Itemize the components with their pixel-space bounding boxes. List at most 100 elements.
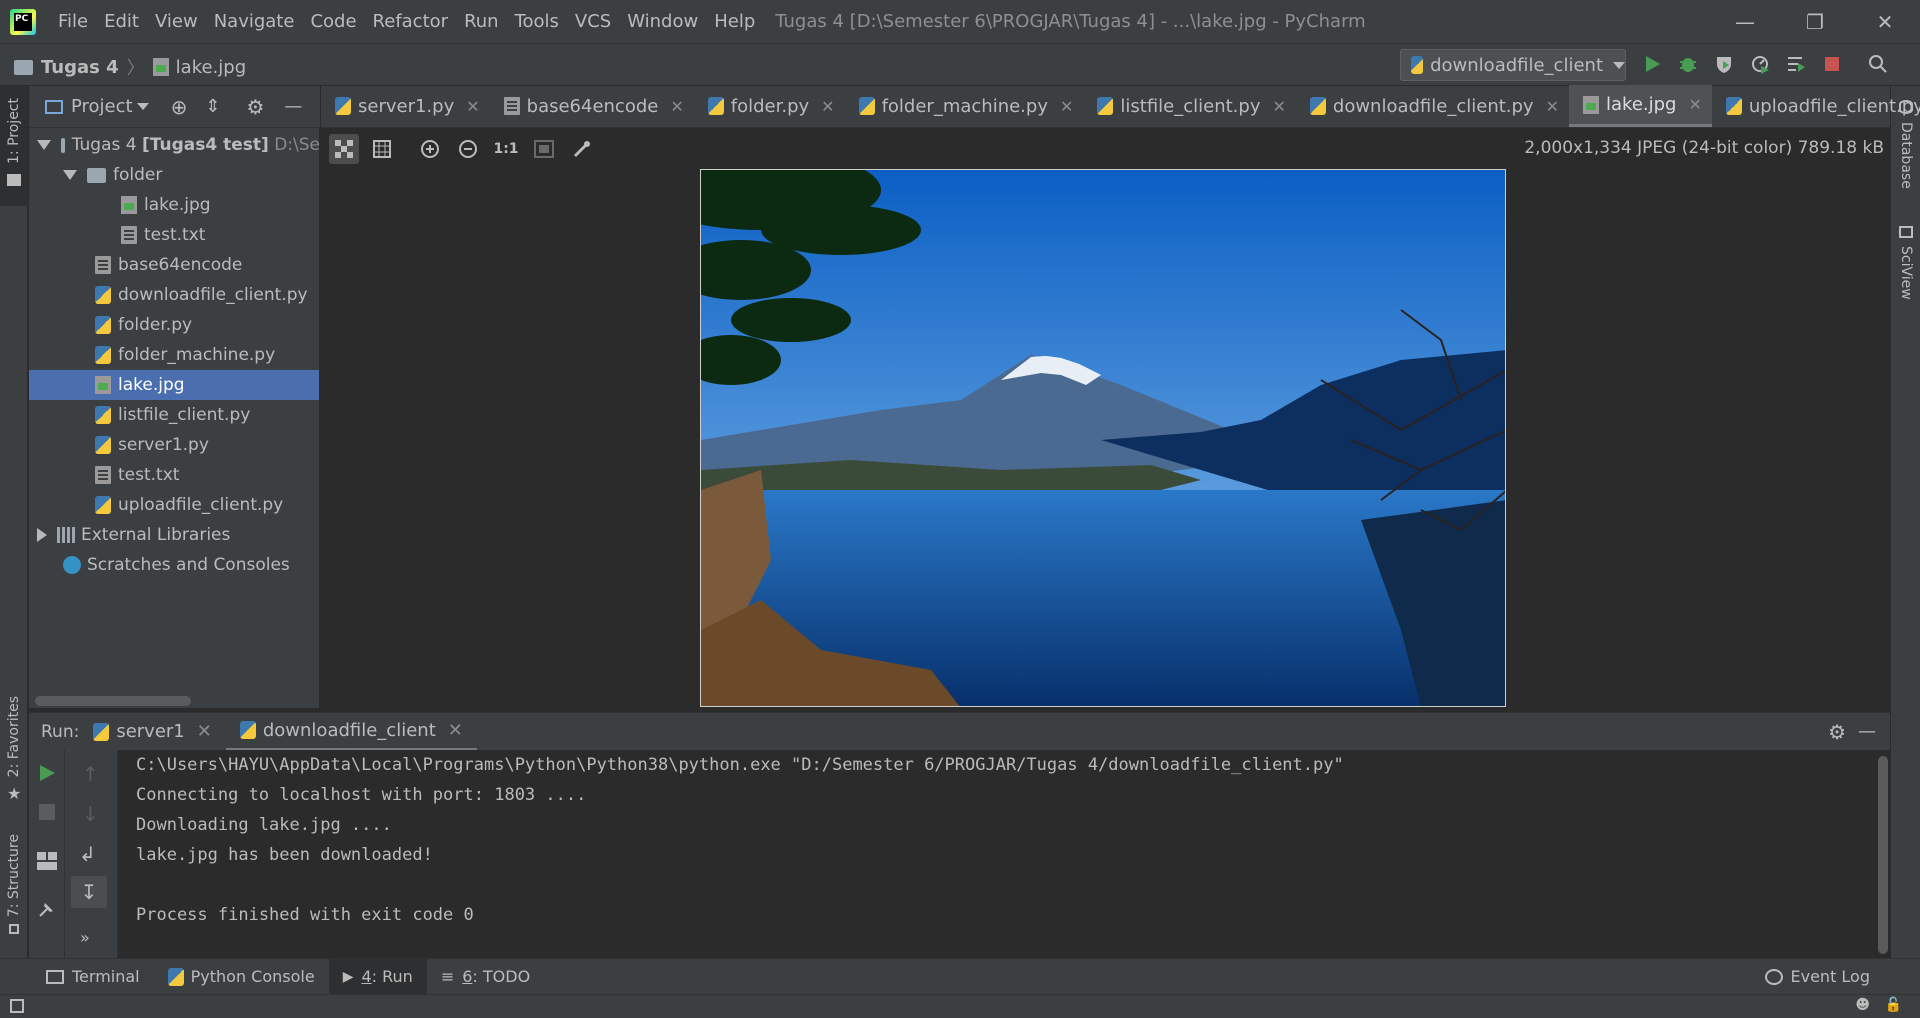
close-icon[interactable]: ✕ (466, 97, 479, 116)
breadcrumb-file[interactable]: lake.jpg (176, 57, 246, 78)
chessboard-toggle-icon[interactable] (329, 134, 359, 164)
gear-icon[interactable]: ⚙ (1828, 720, 1846, 744)
tree-item[interactable]: downloadfile_client.py (95, 280, 308, 310)
tab-folder-machine[interactable]: folder_machine.py ✕ (845, 85, 1084, 127)
close-icon[interactable]: ✕ (448, 720, 463, 741)
menu-edit[interactable]: Edit (96, 0, 147, 44)
tree-scratches[interactable]: Scratches and Consoles (63, 550, 290, 580)
debug-icon[interactable] (1676, 52, 1700, 76)
menu-window[interactable]: Window (619, 0, 706, 44)
menu-refactor[interactable]: Refactor (365, 0, 457, 44)
menu-navigate[interactable]: Navigate (206, 0, 303, 44)
down-arrow-icon[interactable]: ↓ (82, 802, 99, 826)
tab-base64encode[interactable]: base64encode ✕ (490, 85, 694, 127)
more-icon[interactable]: » (80, 928, 90, 947)
up-arrow-icon[interactable]: ↑ (82, 762, 99, 786)
collapse-all-icon[interactable]: ⇕ (205, 96, 220, 117)
menu-help[interactable]: Help (706, 0, 763, 44)
menu-vcs[interactable]: VCS (567, 0, 619, 44)
project-tool-button[interactable]: 1: Project (0, 86, 28, 206)
status-bar: ☻ 🔓 (0, 994, 1920, 1018)
tab-listfile-client[interactable]: listfile_client.py ✕ (1083, 85, 1296, 127)
hide-panel-icon[interactable]: — (1858, 721, 1876, 742)
tab-server1[interactable]: server1.py ✕ (321, 85, 490, 127)
breadcrumb-project[interactable]: Tugas 4 (41, 57, 119, 78)
actual-size-button[interactable]: 1:1 (491, 134, 521, 164)
menu-code[interactable]: Code (302, 0, 364, 44)
scroll-to-end-icon[interactable]: ↧ (71, 876, 107, 908)
tree-item-selected[interactable]: lake.jpg (29, 370, 319, 400)
event-log-tool-button[interactable]: Event Log (1751, 959, 1885, 995)
run-configuration-select[interactable]: downloadfile_client (1400, 49, 1626, 81)
grid-toggle-icon[interactable] (367, 134, 397, 164)
minimize-button[interactable]: — (1710, 0, 1780, 44)
menu-tools[interactable]: Tools (507, 0, 567, 44)
soft-wrap-icon[interactable]: ↲ (79, 842, 96, 866)
horizontal-scrollbar[interactable] (35, 696, 191, 706)
database-tool-button[interactable]: Database (1898, 122, 1914, 189)
tab-folder[interactable]: folder.py ✕ (694, 85, 845, 127)
tree-root[interactable]: Tugas 4 [Tugas4 test] D:\Se (37, 130, 319, 160)
tree-item[interactable]: uploadfile_client.py (95, 490, 283, 520)
hide-panel-icon[interactable]: — (284, 96, 302, 117)
tree-item[interactable]: folder.py (95, 310, 192, 340)
toggle-tool-windows-icon[interactable] (10, 999, 24, 1013)
stop-icon[interactable] (39, 804, 55, 820)
fit-zoom-icon[interactable] (529, 134, 559, 164)
terminal-tool-button[interactable]: Terminal (32, 959, 154, 995)
sciview-tool-button[interactable]: SciView (1898, 246, 1914, 300)
run-icon[interactable] (1640, 52, 1664, 76)
tab-lake-jpg[interactable]: lake.jpg ✕ (1569, 85, 1712, 127)
restore-button[interactable]: ❐ (1780, 0, 1850, 44)
tree-item[interactable]: listfile_client.py (95, 400, 250, 430)
stop-icon[interactable] (1820, 52, 1844, 76)
structure-tool-button[interactable]: 7: Structure (6, 834, 22, 917)
hector-icon[interactable]: ☻ (1855, 997, 1870, 1013)
run-tab-server1[interactable]: server1 ✕ (79, 713, 226, 751)
locate-file-icon[interactable]: ⊕ (171, 95, 188, 119)
console-output[interactable]: C:\Users\HAYU\AppData\Local\Programs\Pyt… (118, 750, 1878, 958)
tab-uploadfile-client[interactable]: uploadfile_client.py✕ (1712, 85, 1920, 127)
tree-item[interactable]: test.txt (95, 460, 179, 490)
run-concurrency-icon[interactable] (1784, 52, 1808, 76)
tree-item[interactable]: server1.py (95, 430, 209, 460)
tree-item[interactable]: test.txt (121, 220, 205, 250)
menu-file[interactable]: File (50, 0, 96, 44)
layout-icon[interactable] (37, 852, 57, 875)
coverage-icon[interactable] (1712, 52, 1736, 76)
run-tab-downloadfile-client[interactable]: downloadfile_client ✕ (225, 712, 477, 751)
run-tool-button[interactable]: ▶ 4: Run (328, 958, 427, 995)
menu-view[interactable]: View (147, 0, 206, 44)
close-icon[interactable]: ✕ (1272, 97, 1285, 116)
tree-item[interactable]: folder_machine.py (95, 340, 275, 370)
search-everywhere-icon[interactable] (1866, 52, 1890, 76)
python-console-tool-button[interactable]: Python Console (154, 959, 329, 995)
close-icon[interactable]: ✕ (1546, 97, 1559, 116)
right-tool-strip: Database SciView (1890, 86, 1920, 958)
gear-icon[interactable]: ⚙ (246, 95, 264, 119)
menu-run[interactable]: Run (456, 0, 507, 44)
close-window-button[interactable]: ✕ (1850, 0, 1920, 44)
tree-external-libraries[interactable]: External Libraries (37, 520, 230, 550)
close-icon[interactable]: ✕ (197, 721, 212, 742)
close-icon[interactable]: ✕ (1688, 95, 1701, 114)
pin-icon[interactable] (38, 900, 56, 923)
close-icon[interactable]: ✕ (670, 97, 683, 116)
text-file-icon (121, 226, 137, 244)
color-picker-icon[interactable] (567, 134, 597, 164)
zoom-out-icon[interactable] (453, 134, 483, 164)
close-icon[interactable]: ✕ (1060, 97, 1073, 116)
tree-folder[interactable]: folder (63, 160, 162, 190)
tree-item[interactable]: lake.jpg (121, 190, 211, 220)
close-icon[interactable]: ✕ (821, 97, 834, 116)
console-scrollbar[interactable] (1878, 756, 1888, 954)
tab-downloadfile-client[interactable]: downloadfile_client.py ✕ (1296, 85, 1569, 127)
lock-icon[interactable]: 🔓 (1885, 997, 1902, 1013)
project-view-select[interactable]: Project (71, 96, 133, 117)
todo-tool-button[interactable]: ≡ 6: TODO (427, 959, 544, 995)
profile-icon[interactable] (1748, 52, 1772, 76)
rerun-icon[interactable] (38, 764, 56, 787)
favorites-tool-button[interactable]: 2: Favorites (6, 696, 22, 777)
tree-item[interactable]: base64encode (95, 250, 242, 280)
zoom-in-icon[interactable] (415, 134, 445, 164)
